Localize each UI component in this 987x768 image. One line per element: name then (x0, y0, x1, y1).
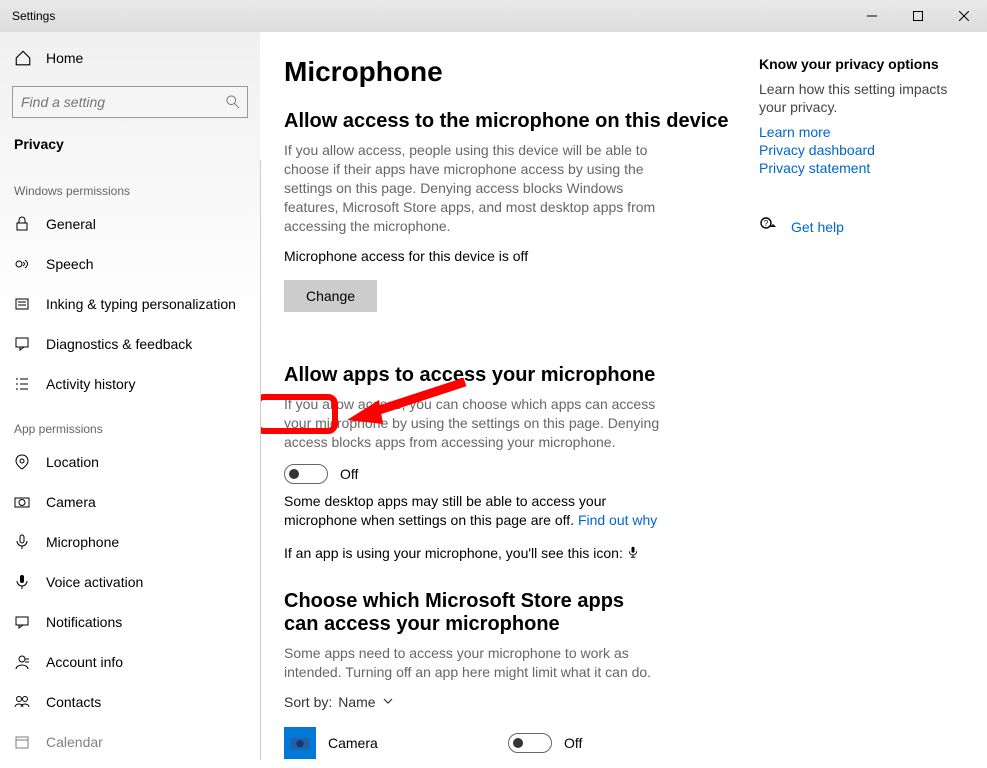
find-out-why-link[interactable]: Find out why (578, 512, 657, 528)
nav-camera[interactable]: Camera (0, 482, 260, 522)
notifications-icon (14, 614, 32, 630)
group-windows-permissions: Windows permissions (0, 166, 260, 204)
nav-label: Location (46, 454, 99, 470)
section-desc: If you allow access, you can choose whic… (284, 395, 664, 452)
section-app-access: Allow apps to access your microphone If … (284, 364, 957, 564)
account-icon (14, 654, 32, 670)
link-privacy-statement[interactable]: Privacy statement (759, 160, 959, 176)
app-name: Camera (328, 735, 508, 751)
nav-label: Microphone (46, 534, 119, 550)
link-learn-more[interactable]: Learn more (759, 124, 959, 140)
nav-voice-activation[interactable]: Voice activation (0, 562, 260, 602)
group-app-permissions: App permissions (0, 404, 260, 442)
nav-label: Notifications (46, 614, 122, 630)
app-row-camera: Camera Off (284, 722, 957, 764)
search-input[interactable] (13, 94, 219, 110)
nav-label: Activity history (46, 376, 135, 392)
nav-diagnostics[interactable]: Diagnostics & feedback (0, 324, 260, 364)
desktop-note: Some desktop apps may still be able to a… (284, 492, 664, 530)
nav-label: Inking & typing personalization (46, 296, 236, 312)
toggle-state: Off (340, 466, 358, 482)
search-icon (219, 95, 247, 109)
nav-account-info[interactable]: Account info (0, 642, 260, 682)
voice-icon (14, 574, 32, 590)
camera-icon (14, 494, 32, 510)
search-input-wrap[interactable] (12, 86, 248, 118)
contacts-icon (14, 694, 32, 710)
app-icon-camera (284, 727, 316, 759)
divider (260, 160, 261, 760)
section-store-apps: Choose which Microsoft Store apps can ac… (284, 590, 957, 768)
nav-calendar[interactable]: Calendar (0, 722, 260, 762)
svg-text:?: ? (764, 219, 769, 228)
right-heading: Know your privacy options (759, 56, 959, 72)
section-heading: Choose which Microsoft Store apps can ac… (284, 590, 664, 636)
sort-by[interactable]: Sort by: Name (284, 694, 957, 710)
link-privacy-dashboard[interactable]: Privacy dashboard (759, 142, 959, 158)
right-desc: Learn how this setting impacts your priv… (759, 80, 959, 116)
inking-icon (14, 296, 32, 312)
mic-indicator-icon (627, 545, 639, 564)
help-icon: ? (759, 216, 777, 237)
home-icon (14, 49, 32, 67)
lock-icon (14, 216, 32, 232)
nav-label: Contacts (46, 694, 101, 710)
sidebar: Home Privacy Windows permissions General… (0, 32, 260, 768)
chevron-down-icon (382, 694, 394, 710)
nav-contacts[interactable]: Contacts (0, 682, 260, 722)
main-content: Microphone Allow access to the microphon… (260, 32, 987, 768)
location-icon (14, 454, 32, 470)
nav-label: Camera (46, 494, 96, 510)
nav-home[interactable]: Home (0, 38, 260, 78)
nav-activity[interactable]: Activity history (0, 364, 260, 404)
nav-microphone[interactable]: Microphone (0, 522, 260, 562)
nav-label: Calendar (46, 734, 103, 750)
calendar-icon (14, 734, 32, 750)
app-toggle-state: Off (564, 735, 582, 751)
speech-icon (14, 256, 32, 272)
app-toggle[interactable] (508, 733, 552, 753)
nav-home-label: Home (46, 50, 83, 66)
nav-label: Diagnostics & feedback (46, 336, 192, 352)
nav-speech[interactable]: Speech (0, 244, 260, 284)
app-access-toggle[interactable]: Off (284, 464, 957, 484)
get-help[interactable]: ? Get help (759, 216, 959, 237)
section-heading: Allow apps to access your microphone (284, 364, 957, 387)
window-title: Settings (0, 9, 55, 23)
feedback-icon (14, 336, 32, 352)
nav-notifications[interactable]: Notifications (0, 602, 260, 642)
nav-inking[interactable]: Inking & typing personalization (0, 284, 260, 324)
section-desc: Some apps need to access your microphone… (284, 644, 664, 682)
minimize-button[interactable] (849, 0, 895, 32)
maximize-button[interactable] (895, 0, 941, 32)
titlebar: Settings (0, 0, 987, 32)
nav-location[interactable]: Location (0, 442, 260, 482)
toggle-switch[interactable] (284, 464, 328, 484)
breadcrumb: Privacy (0, 128, 260, 166)
nav-label: Account info (46, 654, 123, 670)
right-panel: Know your privacy options Learn how this… (759, 56, 959, 237)
nav-label: Voice activation (46, 574, 143, 590)
nav-general[interactable]: General (0, 204, 260, 244)
activity-icon (14, 376, 32, 392)
close-button[interactable] (941, 0, 987, 32)
section-desc: If you allow access, people using this d… (284, 141, 664, 236)
change-button[interactable]: Change (284, 280, 377, 312)
icon-note: If an app is using your microphone, you'… (284, 544, 664, 564)
nav-label: Speech (46, 256, 93, 272)
microphone-icon (14, 534, 32, 550)
nav-label: General (46, 216, 96, 232)
device-access-status: Microphone access for this device is off (284, 248, 957, 264)
